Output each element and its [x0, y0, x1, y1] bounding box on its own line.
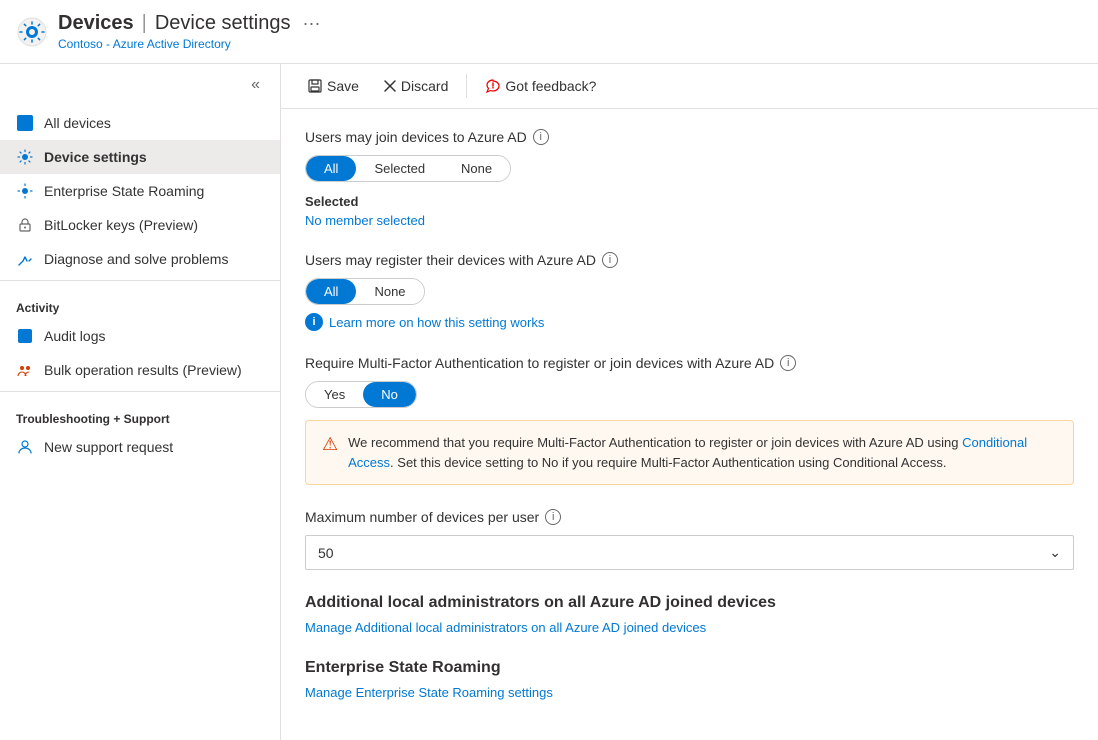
header-text: Devices | Device settings ··· Contoso - …	[58, 12, 320, 51]
enterprise-state-roaming-heading: Enterprise State Roaming	[305, 659, 1074, 677]
discard-label: Discard	[401, 78, 448, 94]
sidebar-item-enterprise-state-roaming[interactable]: Enterprise State Roaming	[0, 174, 280, 208]
sidebar-item-bulk-operations[interactable]: Bulk operation results (Preview)	[0, 353, 280, 387]
sidebar-item-audit-logs[interactable]: Audit logs	[0, 319, 280, 353]
settings-content: Users may join devices to Azure AD i All…	[281, 109, 1098, 740]
selected-label: Selected	[305, 194, 1074, 209]
device-settings-icon	[16, 148, 34, 166]
all-devices-icon	[16, 114, 34, 132]
sidebar-nav: All devices Device settings	[0, 106, 280, 276]
audit-logs-label: Audit logs	[44, 328, 105, 344]
learn-more-icon: i	[305, 313, 323, 331]
feedback-button[interactable]: Got feedback?	[475, 72, 606, 100]
sidebar-item-new-support[interactable]: New support request	[0, 430, 280, 464]
discard-button[interactable]: Discard	[373, 72, 458, 100]
learn-more-link[interactable]: Learn more on how this setting works	[329, 315, 544, 330]
bitlocker-label: BitLocker keys (Preview)	[44, 217, 198, 233]
mfa-warning-box: ⚠ We recommend that you require Multi-Fa…	[305, 420, 1074, 485]
app-title: Devices	[58, 12, 134, 35]
page-title: Device settings	[155, 12, 291, 35]
save-icon	[307, 78, 323, 94]
register-none-option[interactable]: None	[356, 279, 423, 304]
sidebar-divider-1	[0, 280, 280, 281]
toolbar: Save Discard Got feedback?	[281, 64, 1098, 109]
breadcrumb[interactable]: Contoso - Azure Active Directory	[58, 37, 320, 51]
sidebar-divider-2	[0, 391, 280, 392]
join-devices-info-icon[interactable]: i	[533, 129, 549, 145]
feedback-label: Got feedback?	[505, 78, 596, 94]
bitlocker-icon	[16, 216, 34, 234]
max-devices-dropdown[interactable]: 50 ⌄	[305, 535, 1074, 570]
sidebar-item-diagnose[interactable]: Diagnose and solve problems	[0, 242, 280, 276]
sidebar: « All devices Device settings	[0, 64, 281, 740]
max-devices-info-icon[interactable]: i	[545, 509, 561, 525]
discard-icon	[383, 79, 397, 93]
troubleshooting-section-label: Troubleshooting + Support	[0, 396, 280, 430]
collapse-button[interactable]: «	[243, 72, 268, 98]
save-button[interactable]: Save	[297, 72, 369, 100]
activity-section-label: Activity	[0, 285, 280, 319]
register-all-option[interactable]: All	[306, 279, 356, 304]
warning-triangle-icon: ⚠	[322, 434, 338, 455]
toolbar-divider	[466, 74, 467, 98]
mfa-label: Require Multi-Factor Authentication to r…	[305, 355, 1074, 371]
manage-enterprise-state-link[interactable]: Manage Enterprise State Roaming settings	[305, 685, 1074, 700]
sidebar-item-device-settings[interactable]: Device settings	[0, 140, 280, 174]
support-nav: New support request	[0, 430, 280, 464]
all-devices-label: All devices	[44, 115, 111, 131]
additional-admins-heading: Additional local administrators on all A…	[305, 594, 1074, 612]
diagnose-label: Diagnose and solve problems	[44, 251, 228, 267]
diagnose-icon	[16, 250, 34, 268]
mfa-section: Require Multi-Factor Authentication to r…	[305, 355, 1074, 485]
manage-additional-admins-link[interactable]: Manage Additional local administrators o…	[305, 620, 1074, 635]
header-separator: |	[142, 12, 147, 35]
sidebar-item-all-devices[interactable]: All devices	[0, 106, 280, 140]
audit-logs-icon	[16, 327, 34, 345]
bulk-operations-icon	[16, 361, 34, 379]
max-devices-label: Maximum number of devices per user i	[305, 509, 1074, 525]
new-support-label: New support request	[44, 439, 173, 455]
warning-text: We recommend that you require Multi-Fact…	[348, 433, 1057, 472]
device-settings-label: Device settings	[44, 149, 147, 165]
join-devices-section: Users may join devices to Azure AD i All…	[305, 129, 1074, 228]
mfa-info-icon[interactable]: i	[780, 355, 796, 371]
sidebar-item-bitlocker[interactable]: BitLocker keys (Preview)	[0, 208, 280, 242]
header-ellipsis-btn[interactable]: ···	[302, 13, 320, 34]
no-member-link[interactable]: No member selected	[305, 213, 1074, 228]
register-devices-info-icon[interactable]: i	[602, 252, 618, 268]
register-devices-label: Users may register their devices with Az…	[305, 252, 1074, 268]
join-devices-label: Users may join devices to Azure AD i	[305, 129, 1074, 145]
enterprise-state-label: Enterprise State Roaming	[44, 183, 204, 199]
join-devices-none-option[interactable]: None	[443, 156, 510, 181]
app-icon	[16, 16, 48, 48]
register-devices-toggle: All None	[305, 278, 425, 305]
bulk-operations-label: Bulk operation results (Preview)	[44, 362, 242, 378]
enterprise-state-roaming-section: Enterprise State Roaming Manage Enterpri…	[305, 659, 1074, 700]
app-header: Devices | Device settings ··· Contoso - …	[0, 0, 1098, 64]
mfa-no-option[interactable]: No	[363, 382, 416, 407]
max-devices-value: 50	[318, 545, 334, 561]
mfa-toggle: Yes No	[305, 381, 417, 408]
sidebar-collapse-area: «	[0, 64, 280, 106]
register-devices-section: Users may register their devices with Az…	[305, 252, 1074, 331]
activity-nav: Audit logs Bulk operation results (Previ…	[0, 319, 280, 387]
feedback-icon	[485, 78, 501, 94]
save-label: Save	[327, 78, 359, 94]
additional-admins-section: Additional local administrators on all A…	[305, 594, 1074, 635]
learn-more-section: i Learn more on how this setting works	[305, 313, 1074, 331]
enterprise-state-icon	[16, 182, 34, 200]
join-devices-toggle: All Selected None	[305, 155, 511, 182]
join-devices-all-option[interactable]: All	[306, 156, 356, 181]
dropdown-chevron-icon: ⌄	[1049, 544, 1061, 561]
new-support-icon	[16, 438, 34, 456]
main-content: Save Discard Got feedback?	[281, 64, 1098, 740]
max-devices-section: Maximum number of devices per user i 50 …	[305, 509, 1074, 570]
join-devices-selected-option[interactable]: Selected	[356, 156, 443, 181]
mfa-yes-option[interactable]: Yes	[306, 382, 363, 407]
